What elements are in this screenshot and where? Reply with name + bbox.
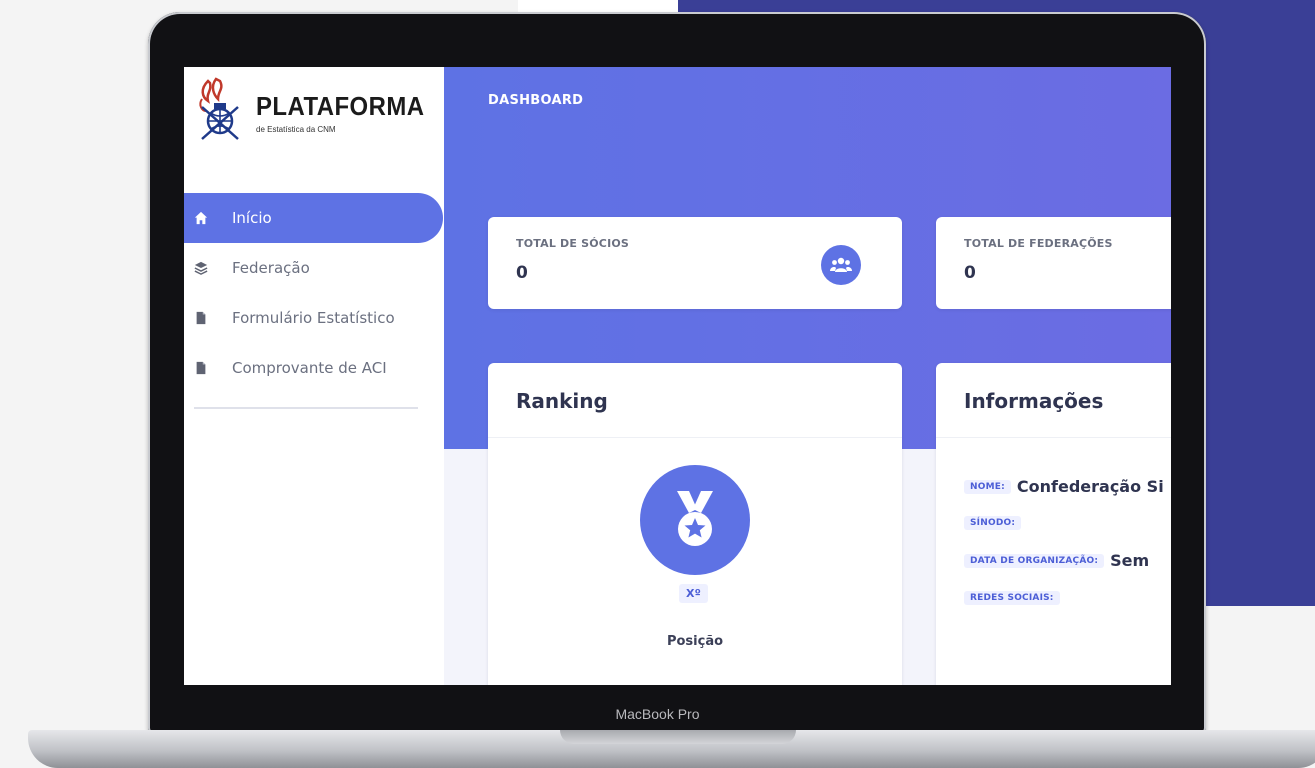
position-badge: Xº <box>679 584 709 603</box>
document-icon <box>196 311 206 325</box>
sidebar-item-inicio[interactable]: Início <box>184 193 443 243</box>
info-card: Informações NOME: Confederação Si SÍNODO… <box>936 363 1171 685</box>
info-value: Sem <box>1110 551 1150 570</box>
laptop-model-label: MacBook Pro <box>615 706 700 722</box>
brand-logo[interactable]: PLATAFORMA de Estatística da CNM <box>194 77 434 157</box>
sidebar-item-formulario-estatistico[interactable]: Formulário Estatístico <box>184 293 444 343</box>
stat-card-total-federacoes: TOTAL DE FEDERAÇÕES 0 <box>936 217 1171 309</box>
document-icon <box>196 361 206 375</box>
plataforma-logo-icon <box>199 77 239 140</box>
info-row-redes-sociais: REDES SOCIAIS: <box>964 591 1066 605</box>
sidebar-item-comprovante-aci[interactable]: Comprovante de ACI <box>184 343 444 393</box>
users-icon <box>821 245 861 285</box>
main-content: DASHBOARD TOTAL DE SÓCIOS 0 TOTAL DE FED… <box>444 67 1171 685</box>
ranking-card: Ranking Xº Posição <box>488 363 902 685</box>
sidebar: PLATAFORMA de Estatística da CNM Início … <box>184 67 444 685</box>
medal-icon <box>640 465 750 575</box>
info-value: Confederação Si <box>1016 477 1164 496</box>
home-icon <box>194 211 208 225</box>
info-label: DATA DE ORGANIZAÇÃO: <box>964 553 1105 568</box>
sidebar-nav: Início Federação Formulário Estatístico <box>184 193 444 393</box>
info-title: Informações <box>964 389 1104 413</box>
card-divider <box>488 437 902 438</box>
stat-value: 0 <box>516 263 528 283</box>
info-row-sinodo: SÍNODO: <box>964 516 1027 530</box>
brand-subtitle: de Estatística da CNM <box>256 125 336 134</box>
sidebar-item-federacao[interactable]: Federação <box>184 243 444 293</box>
brand-name: PLATAFORMA <box>256 91 425 121</box>
info-row-data-organizacao: DATA DE ORGANIZAÇÃO: Sem <box>964 551 1149 570</box>
info-label: SÍNODO: <box>964 516 1022 530</box>
stat-value: 0 <box>964 263 976 283</box>
stat-card-total-socios: TOTAL DE SÓCIOS 0 <box>488 217 902 309</box>
stat-label: TOTAL DE FEDERAÇÕES <box>964 237 1113 250</box>
sidebar-item-label: Federação <box>232 259 310 277</box>
layers-icon <box>194 261 208 275</box>
info-label: NOME: <box>964 479 1011 494</box>
page-title: DASHBOARD <box>488 93 584 108</box>
ranking-title: Ranking <box>516 389 608 413</box>
position-label: Posição <box>666 634 724 649</box>
sidebar-divider <box>194 407 418 409</box>
stat-label: TOTAL DE SÓCIOS <box>516 237 630 250</box>
sidebar-item-label: Comprovante de ACI <box>232 359 387 377</box>
sidebar-item-label: Formulário Estatístico <box>232 309 395 327</box>
info-label: REDES SOCIAIS: <box>964 591 1060 605</box>
card-divider <box>936 437 1171 438</box>
sidebar-item-label: Início <box>232 209 272 227</box>
laptop-notch <box>560 730 796 744</box>
info-row-nome: NOME: Confederação Si <box>964 477 1164 496</box>
app-screen: PLATAFORMA de Estatística da CNM Início … <box>184 67 1171 685</box>
